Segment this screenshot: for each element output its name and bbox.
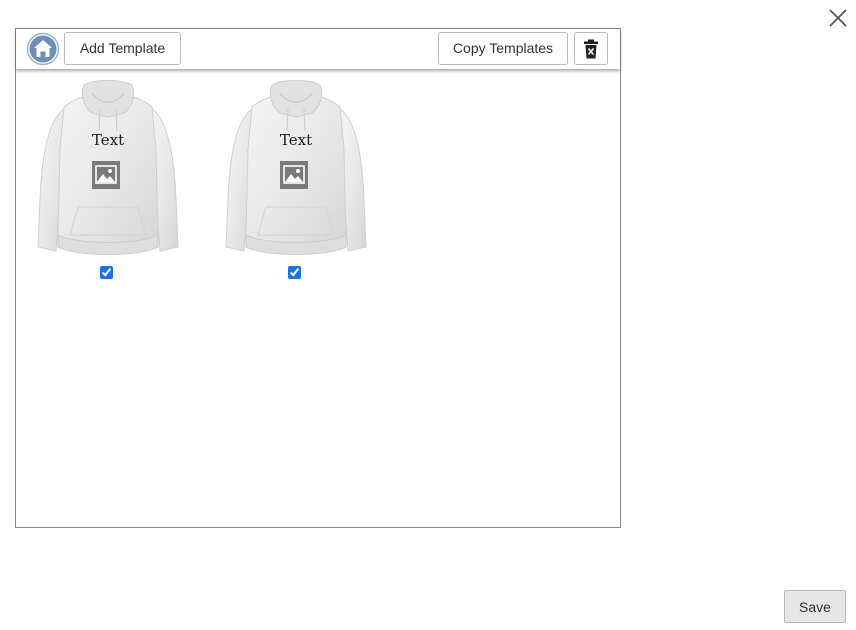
toolbar: Add Template Copy Templates: [16, 29, 620, 69]
copy-templates-button[interactable]: Copy Templates: [438, 32, 568, 65]
template-panel: Add Template Copy Templates Text Text: [15, 28, 621, 528]
home-button[interactable]: [26, 32, 60, 66]
close-icon: [829, 9, 847, 27]
close-button[interactable]: [824, 4, 852, 32]
home-icon: [26, 32, 60, 66]
template-text-label: Text: [91, 131, 125, 149]
delete-templates-button[interactable]: [574, 32, 608, 65]
image-icon: [92, 161, 120, 189]
image-icon: [280, 161, 308, 189]
trash-icon: [584, 39, 598, 59]
save-button[interactable]: Save: [784, 590, 846, 623]
template-list: Text Text: [16, 73, 620, 527]
add-template-button[interactable]: Add Template: [64, 32, 181, 65]
template-select-checkbox[interactable]: [288, 266, 301, 279]
template-select-checkbox[interactable]: [100, 266, 113, 279]
template-card[interactable]: Text: [28, 79, 188, 279]
template-text-label: Text: [279, 131, 313, 149]
template-card[interactable]: Text: [216, 79, 376, 279]
